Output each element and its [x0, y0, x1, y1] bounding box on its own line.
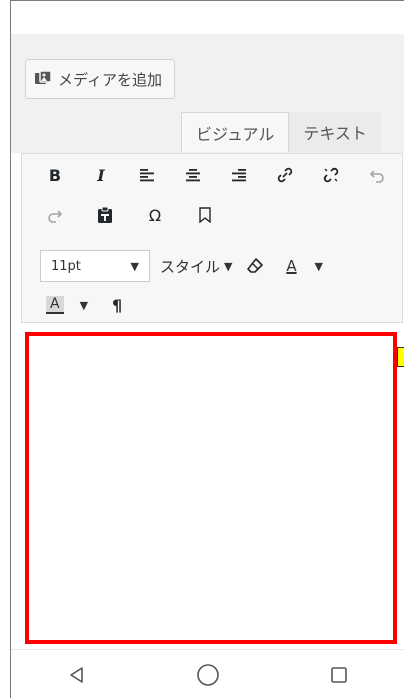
font-size-value: 11pt	[51, 258, 81, 274]
special-character-button[interactable]: Ω	[142, 202, 168, 228]
device-frame: メディアを追加 ビジュアル テキスト B I Ω 11pt ▼ スタイル ▼ A…	[10, 0, 404, 700]
undo-icon[interactable]	[364, 162, 390, 188]
tab-text[interactable]: テキスト	[289, 112, 381, 152]
editor-header: メディアを追加 ビジュアル テキスト	[11, 34, 404, 153]
add-media-label: メディアを追加	[58, 70, 162, 89]
tab-visual[interactable]: ビジュアル	[181, 112, 290, 152]
editor-toolbar: B I Ω 11pt ▼ スタイル ▼ A ▼ A ▼ ¶	[21, 153, 403, 323]
redo-icon[interactable]	[42, 202, 68, 228]
chevron-down-icon[interactable]: ▼	[314, 260, 322, 273]
chevron-down-icon[interactable]: ▼	[80, 299, 88, 312]
align-center-icon[interactable]	[180, 162, 206, 188]
unlink-icon[interactable]	[318, 162, 344, 188]
toolbar-row-4: A ▼ ¶	[46, 292, 130, 318]
home-icon[interactable]	[188, 655, 228, 695]
editor-content-area[interactable]	[25, 332, 397, 644]
toolbar-row-2: Ω	[42, 202, 218, 228]
italic-button[interactable]: I	[88, 162, 114, 188]
style-select[interactable]: スタイル ▼	[160, 256, 232, 277]
back-icon[interactable]	[57, 655, 97, 695]
style-label: スタイル	[160, 257, 221, 276]
link-icon[interactable]	[272, 162, 298, 188]
toolbar-row-1: B I	[42, 162, 390, 188]
paragraph-marks-button[interactable]: ¶	[104, 292, 130, 318]
android-nav-bar	[11, 649, 404, 700]
align-left-icon[interactable]	[134, 162, 160, 188]
align-right-icon[interactable]	[226, 162, 252, 188]
background-color-button[interactable]: A	[46, 296, 64, 314]
bookmark-icon[interactable]	[192, 202, 218, 228]
chevron-down-icon: ▼	[130, 259, 139, 273]
clear-format-icon[interactable]	[242, 253, 268, 279]
recents-icon[interactable]	[319, 655, 359, 695]
media-icon	[34, 70, 52, 88]
add-media-button[interactable]: メディアを追加	[25, 59, 175, 99]
text-color-label: A	[286, 257, 297, 275]
paste-text-icon[interactable]	[92, 202, 118, 228]
font-size-select[interactable]: 11pt ▼	[40, 250, 150, 282]
bold-button[interactable]: B	[42, 162, 68, 188]
toolbar-row-3: 11pt ▼ スタイル ▼ A ▼	[40, 250, 323, 282]
highlight-marker	[397, 347, 404, 367]
text-color-button[interactable]: A	[278, 253, 304, 279]
editor-tabs: ビジュアル テキスト	[181, 112, 381, 152]
chevron-down-icon: ▼	[224, 259, 233, 273]
top-area	[11, 1, 404, 34]
